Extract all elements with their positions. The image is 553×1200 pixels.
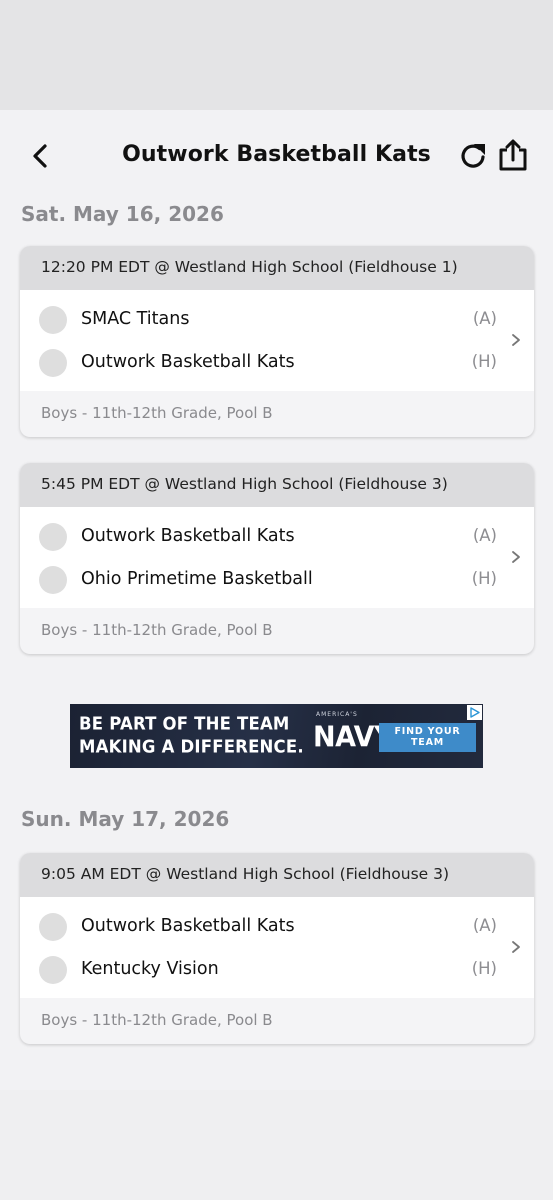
game-teams: Outwork Basketball Kats (A) Kentucky Vis… [20,897,534,998]
date-header: Sun. May 17, 2026 [21,807,230,831]
date-header: Sat. May 16, 2026 [21,202,224,226]
home-away-label: (A) [472,526,497,545]
team-logo-placeholder [39,349,67,377]
chevron-right-icon [512,334,520,346]
ad-headline: BE PART OF THE TEAM [79,713,290,734]
game-division: Boys - 11th-12th Grade, Pool B [41,404,273,422]
game-time-location: 12:20 PM EDT @ Westland High School (Fie… [20,246,534,290]
share-button[interactable] [497,138,529,172]
game-card[interactable]: 12:20 PM EDT @ Westland High School (Fie… [20,246,534,437]
team-row-away: Outwork Basketball Kats (A) [20,516,534,556]
play-triangle-icon [470,707,480,718]
team-row-home: Outwork Basketball Kats (H) [20,342,534,382]
refresh-button[interactable] [458,140,490,172]
schedule-screen: Outwork Basketball Kats Sat. May 16, 202… [0,110,553,1090]
ad-headline: MAKING A DIFFERENCE. [79,736,304,757]
bottom-safe-area [0,1090,553,1200]
ad-brand-sub: AMERICA'S [316,711,358,718]
chevron-right-icon [512,551,520,563]
team-name: Kentucky Vision [81,959,219,979]
team-name: SMAC Titans [81,309,190,329]
ad-banner[interactable]: BE PART OF THE TEAM MAKING A DIFFERENCE.… [70,704,483,768]
game-card[interactable]: 5:45 PM EDT @ Westland High School (Fiel… [20,463,534,654]
team-logo-placeholder [39,566,67,594]
team-row-away: SMAC Titans (A) [20,299,534,339]
game-card[interactable]: 9:05 AM EDT @ Westland High School (Fiel… [20,853,534,1044]
team-name: Ohio Primetime Basketball [81,569,313,589]
game-time-location: 9:05 AM EDT @ Westland High School (Fiel… [20,853,534,897]
ad-cta-button[interactable]: FIND YOUR TEAM [379,723,476,752]
team-logo-placeholder [39,913,67,941]
refresh-icon [461,144,485,168]
team-name: Outwork Basketball Kats [81,352,295,372]
game-teams: Outwork Basketball Kats (A) Ohio Primeti… [20,507,534,608]
home-away-label: (A) [472,916,497,935]
team-name: Outwork Basketball Kats [81,916,295,936]
team-row-home: Kentucky Vision (H) [20,949,534,989]
home-away-label: (A) [472,309,497,328]
ad-choices-icon[interactable] [467,705,482,720]
team-name: Outwork Basketball Kats [81,526,295,546]
home-away-label: (H) [471,569,497,588]
team-row-away: Outwork Basketball Kats (A) [20,906,534,946]
status-bar [0,0,553,110]
chevron-right-icon [512,941,520,953]
home-away-label: (H) [471,959,497,978]
game-teams: SMAC Titans (A) Outwork Basketball Kats … [20,290,534,391]
home-away-label: (H) [471,352,497,371]
share-icon [499,139,527,171]
game-division: Boys - 11th-12th Grade, Pool B [41,1011,273,1029]
nav-header: Outwork Basketball Kats [0,110,553,202]
team-logo-placeholder [39,956,67,984]
game-time-location: 5:45 PM EDT @ Westland High School (Fiel… [20,463,534,507]
team-logo-placeholder [39,306,67,334]
team-row-home: Ohio Primetime Basketball (H) [20,559,534,599]
game-division: Boys - 11th-12th Grade, Pool B [41,621,273,639]
team-logo-placeholder [39,523,67,551]
